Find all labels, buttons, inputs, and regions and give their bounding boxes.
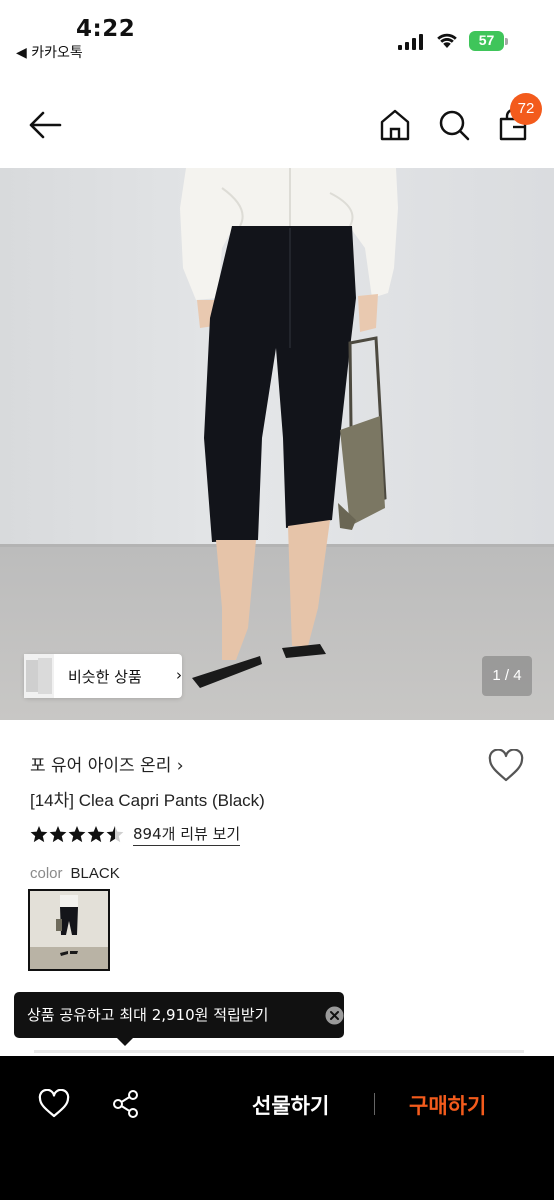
- tooltip-text: 상품 공유하고 최대 2,910원 적립받기: [27, 1006, 269, 1024]
- gift-button[interactable]: 선물하기: [252, 1090, 329, 1120]
- similar-products-button[interactable]: 비슷한 상품 ›: [24, 654, 182, 698]
- cart-count-badge: 72: [510, 93, 542, 125]
- color-option-black[interactable]: [28, 889, 110, 971]
- product-title: [14차] Clea Capri Pants (Black): [30, 791, 265, 810]
- share-reward-tooltip: 상품 공유하고 최대 2,910원 적립받기: [14, 992, 344, 1038]
- chevron-right-icon: ›: [176, 666, 182, 684]
- bottom-action-bar: 선물하기 구매하기: [0, 1056, 554, 1200]
- buy-button[interactable]: 구매하기: [409, 1090, 486, 1120]
- status-time: 4:22: [76, 16, 136, 42]
- close-icon[interactable]: [325, 1006, 344, 1025]
- image-page-indicator: 1 / 4: [482, 656, 532, 696]
- rating-stars: [30, 826, 124, 843]
- back-to-app-link[interactable]: ◀ 카카오톡: [16, 42, 83, 62]
- status-bar: 4:22 ◀ 카카오톡 57: [0, 0, 554, 66]
- wifi-icon: [437, 33, 457, 48]
- wishlist-heart-icon[interactable]: [38, 1089, 70, 1119]
- product-photo: [0, 168, 554, 720]
- color-value: BLACK: [70, 865, 120, 882]
- heart-icon[interactable]: [488, 749, 524, 783]
- brand-link[interactable]: 포 유어 아이즈 온리 ›: [30, 751, 184, 776]
- bottom-bar-divider: [374, 1093, 375, 1115]
- similar-products-label: 비슷한 상품: [68, 668, 142, 686]
- color-label: color: [30, 865, 63, 882]
- battery-level: 57: [478, 32, 495, 48]
- similar-thumbnail-stack: [24, 654, 54, 698]
- top-navigation: 72: [0, 80, 554, 168]
- color-thumbnail: [30, 891, 108, 969]
- tooltip-arrow: [117, 1038, 133, 1046]
- color-row: color BLACK: [30, 864, 120, 882]
- back-arrow-icon[interactable]: [26, 108, 64, 142]
- review-link[interactable]: 894개 리뷰 보기: [133, 823, 241, 846]
- section-divider: [34, 1050, 524, 1053]
- home-icon[interactable]: [378, 108, 412, 142]
- battery-indicator: 57: [469, 31, 509, 51]
- product-image-gallery[interactable]: 비슷한 상품 › 1 / 4: [0, 168, 554, 720]
- cellular-signal-icon: [398, 34, 423, 50]
- search-icon[interactable]: [437, 108, 471, 142]
- share-icon[interactable]: [112, 1089, 140, 1119]
